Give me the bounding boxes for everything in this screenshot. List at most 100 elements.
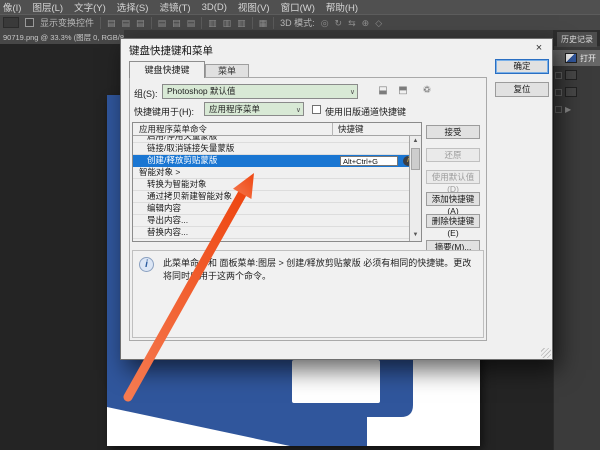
table-row[interactable]: 导出内容... [133,215,410,227]
align-bottom-icon[interactable]: ▤ [187,18,196,28]
info-icon: i [139,257,154,272]
history-panel-tab[interactable]: 历史记录 [557,32,597,47]
table-row[interactable]: 替换内容... [133,227,410,239]
shortcuts-for-value: 应用程序菜单 [209,104,260,114]
tab-menus[interactable]: 菜单 [205,64,249,78]
3d-slide-icon[interactable]: ⊕ [362,18,370,28]
dialog-title: 键盘快捷键和菜单 [129,43,213,58]
scroll-up-icon[interactable]: ▲ [410,136,421,147]
shortcuts-for-label: 快捷键用于(H): [134,105,194,118]
align-center-icon[interactable]: ▤ [122,18,131,28]
distribute-middle-icon[interactable]: ▥ [223,18,232,28]
undo-button: 还原 [426,148,480,162]
shortcuts-group-box: 组(S): Photoshop 默认值 ∨ ⬓ ⬒ ♽ 快捷键用于(H): 应用… [129,77,487,341]
accept-button[interactable]: 接受 [426,125,480,139]
tool-options-bar: 显示变换控件 ▤ ▤ ▤ ▤ ▤ ▤ ▥ ▥ ▥ ▦ 3D 模式: ◎ ↻ ⇆ … [0,14,600,30]
menu-item-help[interactable]: 帮助(H) [326,0,358,14]
set-dropdown[interactable]: Photoshop 默认值 ∨ [162,84,358,99]
3d-pan-icon[interactable]: ⇆ [348,18,356,28]
menu-item-filter[interactable]: 滤镜(T) [159,0,190,14]
align-right-icon[interactable]: ▤ [136,18,145,28]
move-tool-icon: ▶ [565,105,571,114]
shortcut-input[interactable] [340,156,398,166]
table-row[interactable]: 启用/停用矢量蒙版 [133,136,410,143]
save-set-as-icon[interactable]: ⬒ [396,85,410,98]
document-tab-title: 90719.png @ 33.3% (图层 0, RGB/8) * [3,32,124,43]
history-state-row[interactable] [553,84,600,100]
divider [201,17,202,29]
row-command: 导出内容... [147,215,188,225]
tab-keyboard-shortcuts[interactable]: 键盘快捷键 [129,61,205,78]
align-middle-icon[interactable]: ▤ [172,18,181,28]
menu-item-image[interactable]: 像(I) [3,0,21,14]
distribute-top-icon[interactable]: ▥ [208,18,217,28]
row-command: 转换为智能对象 [147,179,207,189]
chevron-down-icon: ∨ [350,86,355,99]
document-tab[interactable]: 90719.png @ 33.3% (图层 0, RGB/8) * × [0,30,124,44]
scroll-down-icon[interactable]: ▼ [410,230,421,241]
table-scrollbar[interactable]: ▲ ▼ [409,136,421,241]
table-row[interactable]: 链接/取消链接矢量蒙版 [133,143,410,155]
divider [151,17,152,29]
use-default-button: 使用默认值(D) [426,170,480,184]
set-dropdown-value: Photoshop 默认值 [167,86,236,96]
keyboard-shortcuts-dialog: 键盘快捷键和菜单 × 键盘快捷键 菜单 确定 复位 组(S): Photosho… [120,38,553,360]
history-source-checkbox[interactable] [555,89,562,96]
history-thumbnail [565,70,577,80]
distribute-bottom-icon[interactable]: ▥ [237,18,246,28]
menu-item-window[interactable]: 窗口(W) [281,0,315,14]
save-set-icon[interactable]: ⬓ [376,85,390,98]
history-state-row[interactable]: 打开 [553,50,600,66]
delete-set-icon[interactable]: ♽ [420,85,434,98]
info-panel: i 此菜单命令和 面板菜单:图层 > 创建/释放剪贴蒙版 必须有相同的快捷键。更… [132,250,484,338]
3d-mode-label: 3D 模式: [280,16,315,29]
align-left-icon[interactable]: ▤ [107,18,116,28]
add-shortcut-button[interactable]: 添加快捷键(A) [426,192,480,206]
align-top-icon[interactable]: ▤ [158,18,167,28]
column-command: 应用程序菜单命令 [139,123,207,135]
menu-item-view[interactable]: 视图(V) [238,0,270,14]
3d-roll-icon[interactable]: ↻ [335,18,343,28]
shortcuts-for-dropdown[interactable]: 应用程序菜单 ∨ [204,102,304,116]
3d-scale-icon[interactable]: ◇ [375,18,382,28]
show-transform-label: 显示变换控件 [40,16,94,29]
reset-button[interactable]: 复位 [495,82,549,97]
menu-item-3d[interactable]: 3D(D) [202,2,227,13]
legacy-channel-checkbox[interactable] [312,105,321,114]
3d-orbit-icon[interactable]: ◎ [321,18,329,28]
history-state-row[interactable] [553,67,600,83]
photoshop-window: 像(I) 图层(L) 文字(Y) 选择(S) 滤镜(T) 3D(D) 视图(V)… [0,0,600,450]
menu-item-select[interactable]: 选择(S) [117,0,149,14]
menu-item-layer[interactable]: 图层(L) [32,0,63,14]
table-row-group[interactable]: 智能对象 > [133,167,410,179]
table-row[interactable]: 编辑内容 [133,203,410,215]
menu-bar: 像(I) 图层(L) 文字(Y) 选择(S) 滤镜(T) 3D(D) 视图(V)… [0,0,600,14]
table-row[interactable]: 通过拷贝新建智能对象 [133,191,410,203]
row-command: 智能对象 > [139,167,180,177]
tool-preset-picker[interactable] [3,17,19,28]
history-state-row[interactable]: ▶ [553,101,600,117]
scrollbar-thumb[interactable] [411,148,420,170]
divider [273,17,274,29]
set-label: 组(S): [134,87,158,100]
chevron-down-icon: ∨ [296,104,301,117]
row-command: 通过拷贝新建智能对象 [147,191,232,201]
table-rows: 启用/停用矢量蒙版 链接/取消链接矢量蒙版 创建/释放剪贴蒙版 i 智能对象 >… [133,136,410,241]
row-command: 替换内容... [147,227,188,237]
history-source-checkbox[interactable] [555,106,562,113]
table-row[interactable]: 转换为智能对象 [133,179,410,191]
delete-shortcut-button[interactable]: 删除快捷键(E) [426,214,480,228]
divider [252,17,253,29]
ok-button[interactable]: 确定 [495,59,549,74]
resize-grip[interactable] [541,348,551,358]
history-source-checkbox[interactable] [555,72,562,79]
show-transform-checkbox[interactable] [25,18,34,27]
auto-align-icon[interactable]: ▦ [259,18,268,28]
history-source-checkbox[interactable] [555,55,562,62]
dialog-close-icon[interactable]: × [532,41,546,55]
menu-item-type[interactable]: 文字(Y) [74,0,106,14]
table-row-selected[interactable]: 创建/释放剪贴蒙版 i [133,155,410,167]
history-state-label: 打开 [580,53,596,64]
info-text: 此菜单命令和 面板菜单:图层 > 创建/释放剪贴蒙版 必须有相同的快捷键。更改将… [163,257,475,282]
shortcuts-table: 应用程序菜单命令 快捷键 启用/停用矢量蒙版 链接/取消链接矢量蒙版 创建/释放… [132,122,422,242]
